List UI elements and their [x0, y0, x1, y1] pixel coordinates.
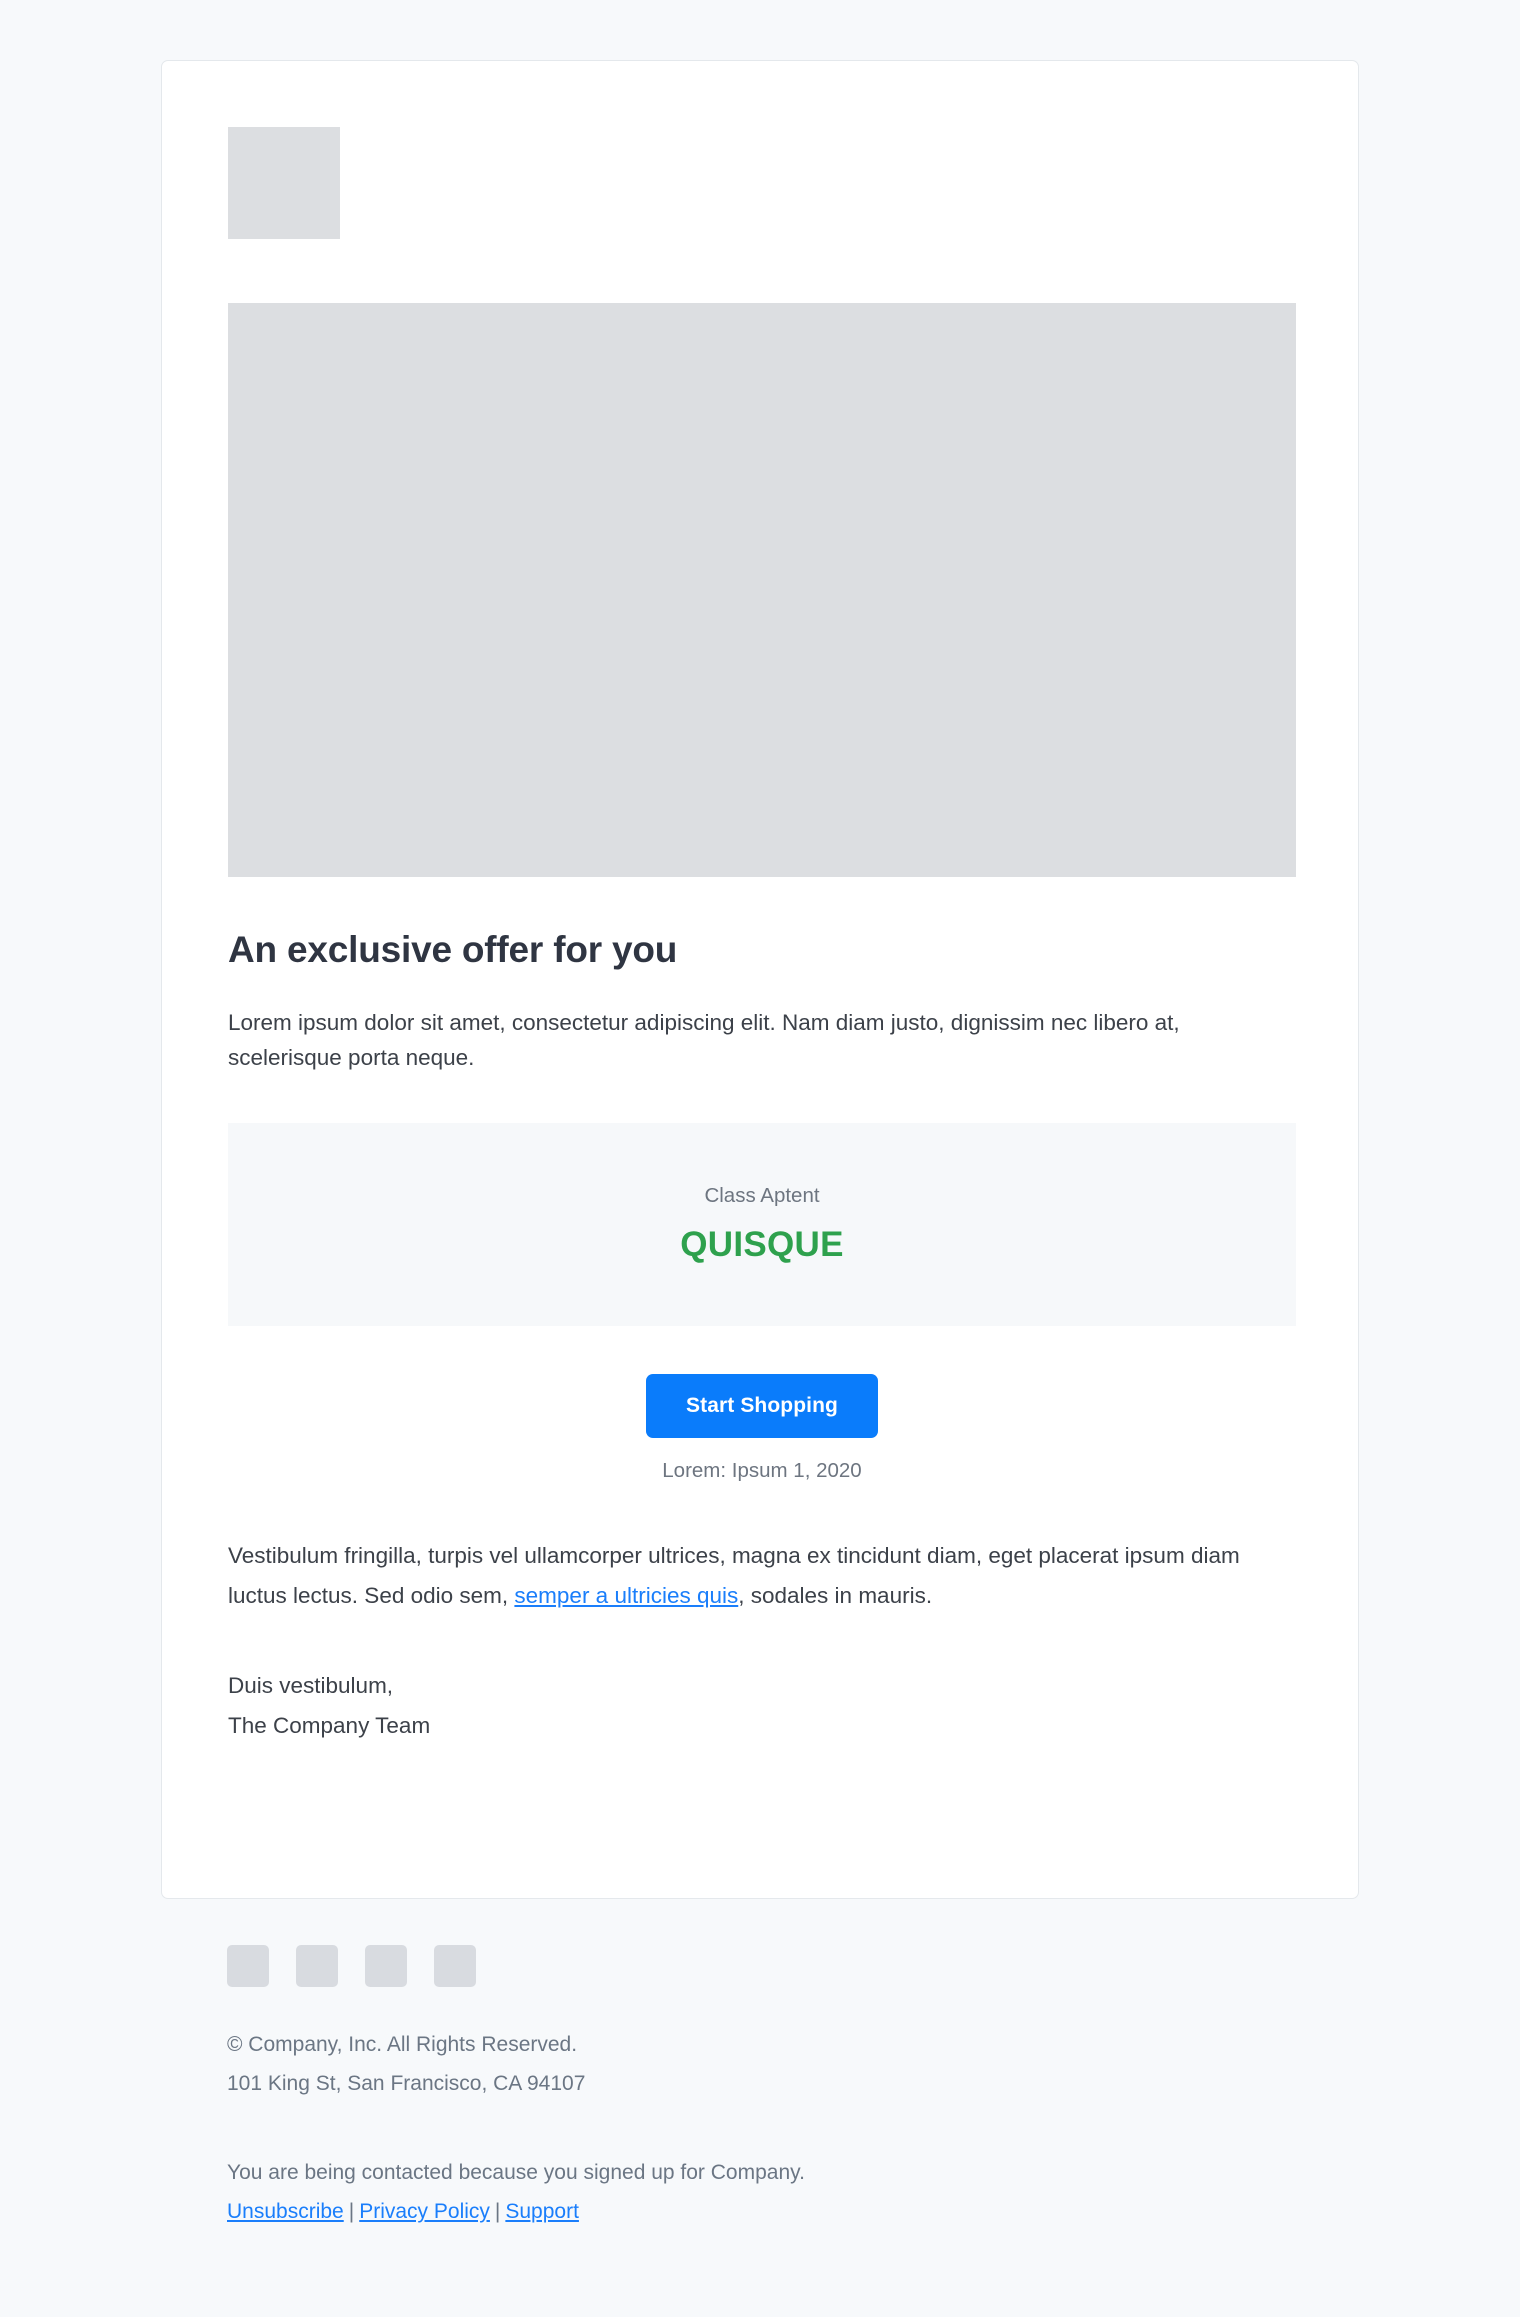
signature-line-1: Duis vestibulum, [228, 1673, 394, 1698]
company-address: 101 King St, San Francisco, CA 94107 [227, 2072, 586, 2095]
email-footer: © Company, Inc. All Rights Reserved. 101… [161, 1945, 1359, 2231]
start-shopping-button[interactable]: Start Shopping [646, 1374, 878, 1438]
signature-line-2: The Company Team [228, 1713, 431, 1738]
intro-paragraph: Lorem ipsum dolor sit amet, consectetur … [228, 1010, 1180, 1070]
social-list-item[interactable] [296, 1945, 338, 1987]
link-separator-1: | [348, 2200, 355, 2223]
social-icon-1-icon[interactable] [227, 1945, 269, 1987]
privacy-policy-link[interactable]: Privacy Policy [359, 2200, 490, 2223]
social-list-item[interactable] [365, 1945, 407, 1987]
promo-code-value: QUISQUE [680, 1225, 844, 1264]
hero-image[interactable] [228, 303, 1296, 877]
social-links-row [227, 1945, 1293, 1987]
body-paragraph: Vestibulum fringilla, turpis vel ullamco… [228, 1536, 1292, 1616]
social-list-item[interactable] [434, 1945, 476, 1987]
semper-a-ultricies-quis-link[interactable]: semper a ultricies quis [514, 1583, 738, 1608]
signature-block: Duis vestibulum, The Company Team [228, 1666, 1292, 1746]
page-title: An exclusive offer for you [228, 929, 678, 970]
link-separator-2: | [494, 2200, 501, 2223]
copyright-text: © Company, Inc. All Rights Reserved. [227, 2033, 578, 2056]
promo-label: Class Aptent [704, 1184, 820, 1207]
legal-block: © Company, Inc. All Rights Reserved. 101… [227, 2025, 1293, 2103]
social-icon-3-icon[interactable] [365, 1945, 407, 1987]
email-page: An exclusive offer for you Lorem ipsum d… [0, 0, 1520, 2317]
support-link[interactable]: Support [505, 2200, 579, 2223]
email-card: An exclusive offer for you Lorem ipsum d… [161, 60, 1359, 1899]
unsubscribe-link[interactable]: Unsubscribe [227, 2200, 344, 2223]
cta-expiry-note: Lorem: Ipsum 1, 2020 [662, 1459, 862, 1482]
social-icon-2-icon[interactable] [296, 1945, 338, 1987]
cta-section: Start Shopping Lorem: Ipsum 1, 2020 [228, 1374, 1296, 1484]
consent-text: You are being contacted because you sign… [227, 2161, 805, 2184]
company-logo-image[interactable] [228, 127, 340, 239]
promo-code-box: Class Aptent QUISQUE [228, 1123, 1296, 1326]
social-icon-4-icon[interactable] [434, 1945, 476, 1987]
email-card-content: An exclusive offer for you Lorem ipsum d… [162, 61, 1358, 1746]
social-list-item[interactable] [227, 1945, 269, 1987]
footer-links-row: Unsubscribe | Privacy Policy | Support [227, 2192, 1293, 2231]
body-paragraph-after-link: , sodales in mauris. [738, 1583, 933, 1608]
